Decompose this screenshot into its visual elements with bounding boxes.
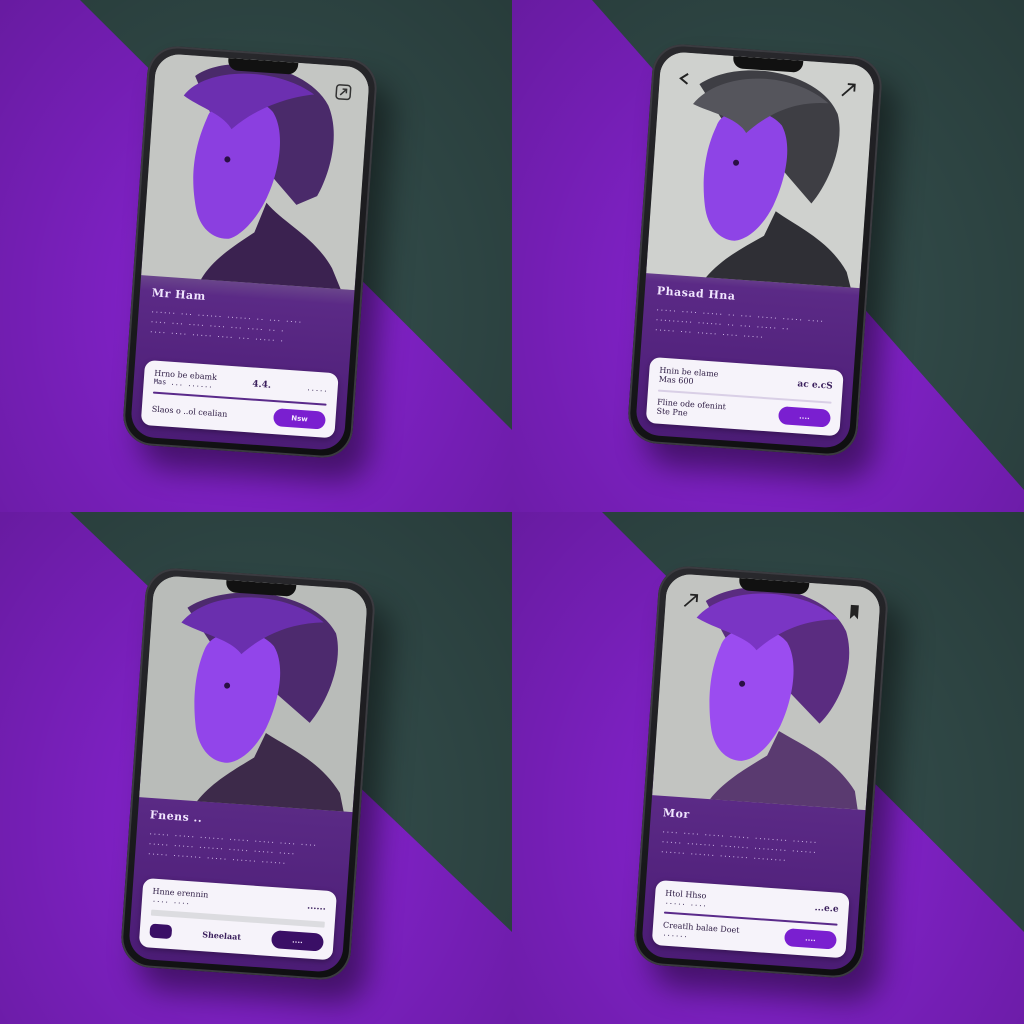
phone-screen: Phasad Hna ..... .... ..... .. ... .....… (634, 51, 876, 449)
purchase-card: Hnin be elame Mas 600 ac e.cS Fline ode … (645, 356, 844, 437)
cta-button[interactable]: .... (783, 928, 838, 950)
mockup-grid: Mr Ham ...... ... ...... ...... .. ... .… (0, 0, 1024, 1024)
mockup-panel-1: Mr Ham ...... ... ...... ...... .. ... .… (0, 0, 512, 512)
dark-pill-button[interactable] (149, 923, 173, 940)
purchase-card: Hnne erennin .... .... ...... Sheelaat .… (138, 877, 338, 961)
mockup-panel-2: Phasad Hna ..... .... ..... .. ... .....… (512, 0, 1024, 512)
share-icon[interactable] (679, 590, 702, 613)
phone-screen: Mor .... .... ..... ..... ........ .....… (640, 573, 882, 971)
purchase-card: Htol Hhso ..... .... ...e.e Creatlh bala… (651, 879, 850, 959)
purchase-card: Hrno be ebamk Mas ... ...... 4.4. ..... … (140, 359, 339, 439)
cta-button[interactable]: Nsw (272, 408, 327, 430)
phone-frame: Phasad Hna ..... .... ..... .. ... .....… (626, 42, 884, 458)
share-icon[interactable] (837, 79, 860, 102)
cta-text: Sheelaat (201, 929, 242, 942)
mockup-panel-3: Fnens .. ..... ..... ...... ..... ..... … (0, 512, 512, 1024)
card-price-extra: ..... (306, 383, 328, 394)
bookmark-icon[interactable] (843, 601, 866, 624)
mockup-panel-4: Mor .... .... ..... ..... ........ .....… (512, 512, 1024, 1024)
phone-screen: Fnens .. ..... ..... ...... ..... ..... … (127, 575, 369, 973)
cta-text: Slaos o ..ol cealian (151, 404, 228, 419)
back-icon[interactable] (673, 68, 696, 91)
phone-frame: Mor .... .... ..... ..... ........ .....… (632, 564, 890, 980)
card-price: ...e.e (814, 902, 839, 915)
card-subtitle: ..... .... (664, 897, 708, 909)
info-description: .... .... ..... ..... ........ ...... ..… (660, 825, 818, 863)
cta-button[interactable]: .... (270, 930, 325, 952)
portrait-illustration (139, 575, 369, 813)
info-description: ...... ... ...... ...... .. ... .... ...… (149, 305, 303, 344)
phone-screen: Mr Ham ...... ... ...... ...... .. ... .… (129, 53, 371, 451)
card-price: 4.4. (251, 378, 272, 391)
info-description: ..... .... ..... .. ... ..... ..... ....… (654, 303, 825, 340)
share-icon[interactable] (332, 81, 355, 104)
card-price: ac e.cS (797, 379, 833, 392)
info-description: ..... ..... ...... ..... ..... .... ....… (147, 827, 318, 866)
cta-button[interactable]: .... (777, 406, 832, 428)
phone-frame: Mr Ham ...... ... ...... ...... .. ... .… (121, 44, 379, 460)
card-price: ...... (306, 900, 327, 913)
phone-frame: Fnens .. ..... ..... ...... ..... ..... … (119, 566, 377, 982)
